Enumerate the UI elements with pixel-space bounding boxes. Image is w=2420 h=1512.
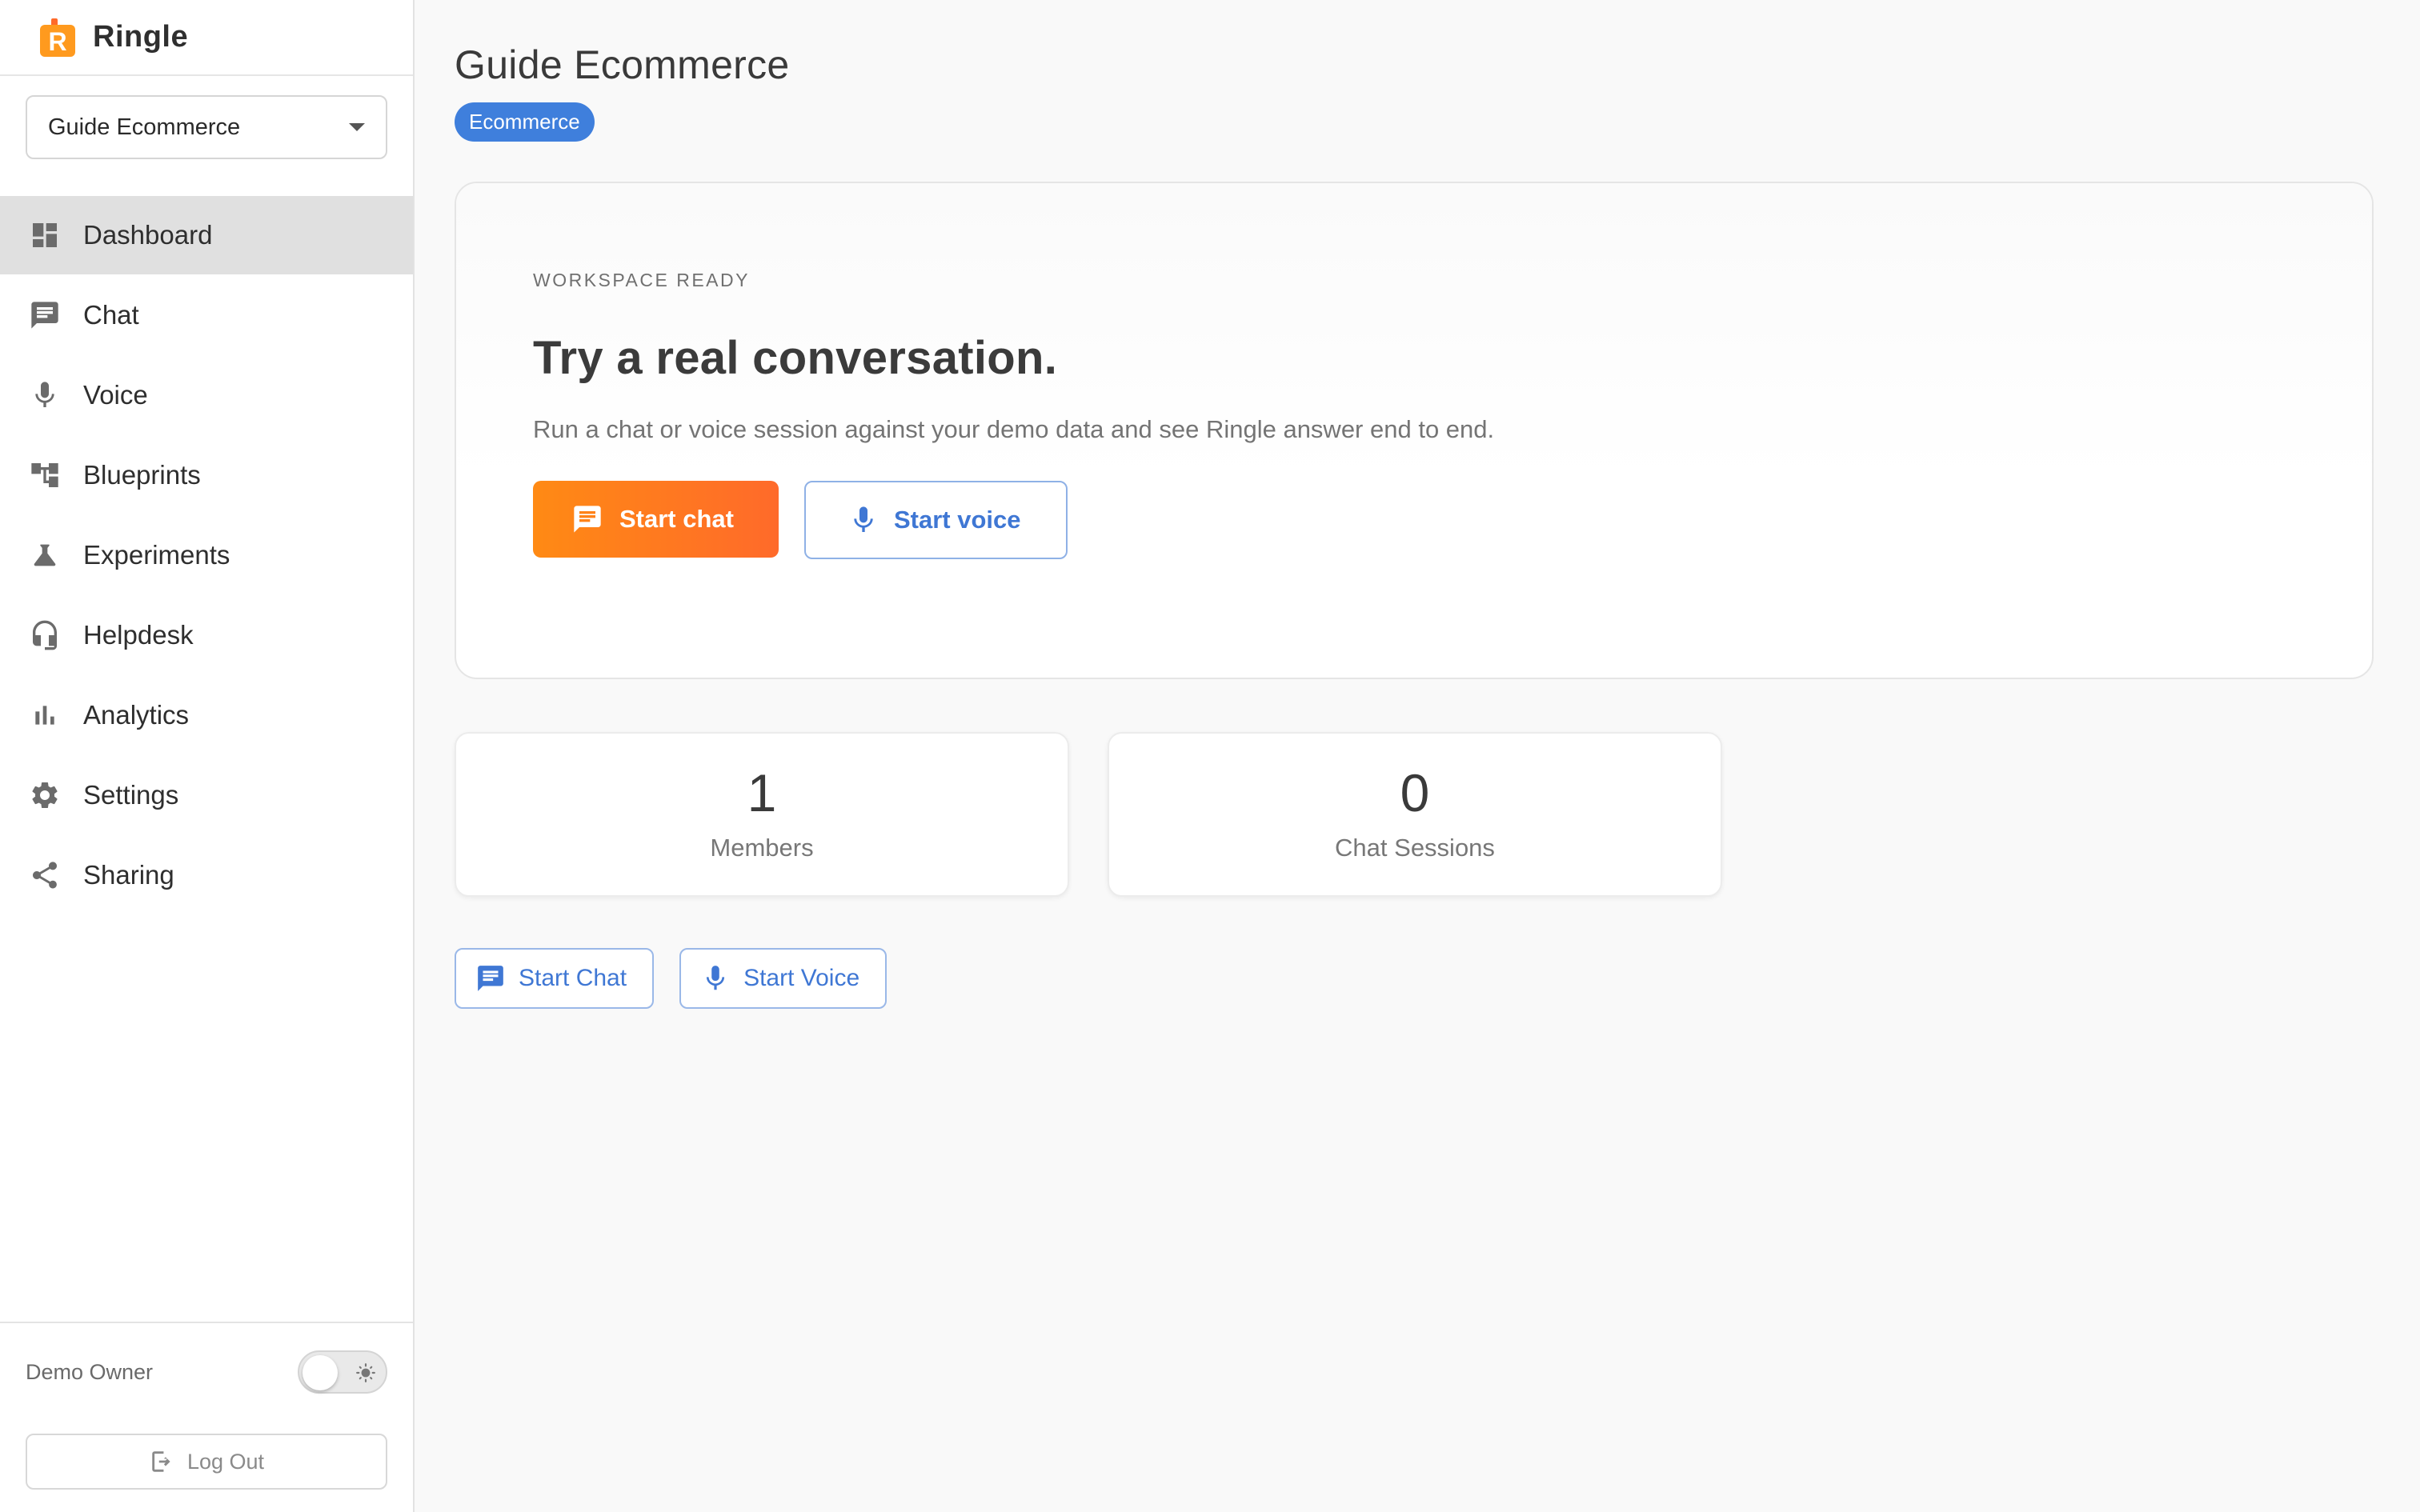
mic-icon <box>854 506 873 532</box>
workspace-select-value: Guide Ecommerce <box>48 114 241 140</box>
sidebar-item-label: Sharing <box>83 860 174 890</box>
sidebar-item-label: Settings <box>83 780 179 810</box>
hero-actions: Start chat Start voice <box>533 481 2295 559</box>
bar-chart-icon <box>27 698 62 733</box>
theme-toggle[interactable] <box>298 1350 387 1394</box>
sidebar-item-label: Helpdesk <box>83 620 194 650</box>
dashboard-icon <box>27 218 62 253</box>
stat-value: 1 <box>747 763 777 822</box>
start-chat-label: Start chat <box>619 505 734 533</box>
brand-name: Ringle <box>93 20 189 54</box>
sidebar-item-label: Dashboard <box>83 220 213 250</box>
chat-icon <box>478 966 503 991</box>
chevron-down-icon <box>349 123 365 131</box>
quick-start-chat-label: Start Chat <box>519 965 627 991</box>
app-root: R Ringle Guide Ecommerce Dashboard Chat <box>0 0 2420 1512</box>
chat-icon <box>574 506 601 533</box>
quick-start-voice-button[interactable]: Start Voice <box>679 948 887 1009</box>
gear-icon <box>27 778 62 813</box>
stat-label: Chat Sessions <box>1335 834 1495 862</box>
sidebar-item-experiments[interactable]: Experiments <box>0 516 413 594</box>
start-voice-button[interactable]: Start voice <box>803 481 1068 559</box>
sidebar-item-label: Chat <box>83 300 139 330</box>
sidebar-item-label: Analytics <box>83 700 190 730</box>
stats-row: 1 Members 0 Chat Sessions <box>455 732 2375 897</box>
logout-label: Log Out <box>186 1449 265 1474</box>
quick-start-voice-label: Start Voice <box>743 965 860 991</box>
hero-card: WORKSPACE READY Try a real conversation.… <box>455 182 2374 679</box>
owner-name: Demo Owner <box>26 1359 154 1384</box>
quick-actions: Start Chat Start Voice <box>455 948 2375 1009</box>
sidebar-item-blueprints[interactable]: Blueprints <box>0 436 413 514</box>
page-title: Guide Ecommerce <box>455 42 790 87</box>
sidebar-item-sharing[interactable]: Sharing <box>0 836 413 914</box>
category-badge: Ecommerce <box>455 102 595 142</box>
ringle-logo-icon: R <box>40 18 75 57</box>
hero-title: Try a real conversation. <box>533 332 1058 384</box>
main-content: Guide Ecommerce Ecommerce WORKSPACE READ… <box>415 0 2420 1512</box>
workspace-select[interactable]: Guide Ecommerce <box>26 95 387 159</box>
chat-icon <box>27 298 62 333</box>
sidebar-item-chat[interactable]: Chat <box>0 276 413 354</box>
stat-value: 0 <box>1400 763 1430 822</box>
sidebar: R Ringle Guide Ecommerce Dashboard Chat <box>0 0 415 1512</box>
logout-icon <box>152 1451 170 1472</box>
brand[interactable]: R Ringle <box>0 0 413 76</box>
toggle-knob <box>302 1355 338 1390</box>
headset-icon <box>27 618 62 653</box>
stat-card-members: 1 Members <box>455 732 1069 897</box>
mic-icon <box>27 378 62 413</box>
owner-row: Demo Owner <box>26 1347 387 1397</box>
sidebar-item-label: Voice <box>83 380 148 410</box>
hero-subtitle: Run a chat or voice session against your… <box>533 415 1495 443</box>
sidebar-item-voice[interactable]: Voice <box>0 356 413 434</box>
sidebar-nav: Dashboard Chat Voice Blueprints Experime… <box>0 196 413 916</box>
brand-logo-letter: R <box>48 27 66 56</box>
logout-button[interactable]: Log Out <box>26 1434 387 1490</box>
sidebar-item-dashboard[interactable]: Dashboard <box>0 196 413 274</box>
start-chat-button[interactable]: Start chat <box>533 481 779 558</box>
sidebar-item-label: Experiments <box>83 540 230 570</box>
sidebar-item-helpdesk[interactable]: Helpdesk <box>0 596 413 674</box>
sidebar-footer: Demo Owner Log Out <box>0 1322 413 1512</box>
mic-icon <box>706 966 725 990</box>
stat-card-chat-sessions: 0 Chat Sessions <box>1108 732 1722 897</box>
share-icon <box>27 858 62 893</box>
hero-eyebrow: WORKSPACE READY <box>533 270 750 290</box>
blueprint-icon <box>27 458 62 493</box>
quick-start-chat-button[interactable]: Start Chat <box>455 948 655 1009</box>
start-voice-label: Start voice <box>893 506 1021 534</box>
sun-icon <box>355 1362 376 1383</box>
sidebar-item-label: Blueprints <box>83 460 201 490</box>
stat-label: Members <box>710 834 814 862</box>
sidebar-item-settings[interactable]: Settings <box>0 756 413 834</box>
sidebar-item-analytics[interactable]: Analytics <box>0 676 413 754</box>
flask-icon <box>27 538 62 573</box>
